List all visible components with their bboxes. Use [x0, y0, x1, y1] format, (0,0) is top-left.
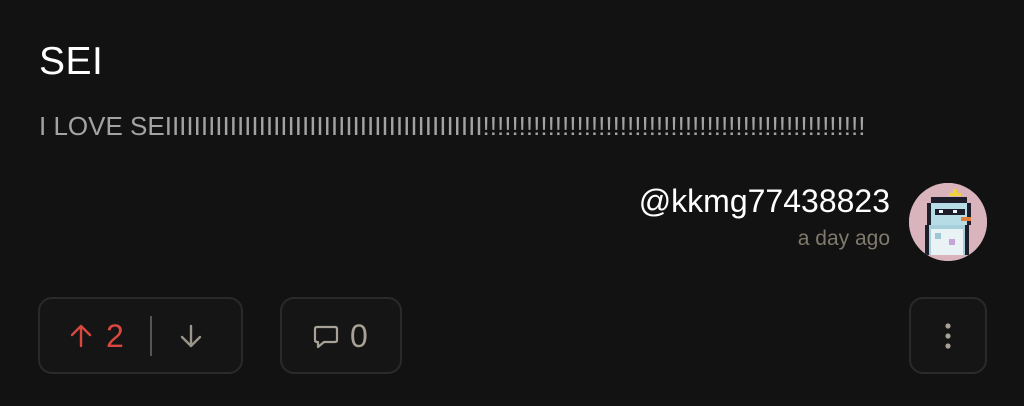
arrow-up-icon — [70, 324, 92, 347]
comment-bubble-icon — [313, 325, 339, 348]
vote-score: 2 — [106, 317, 124, 354]
comment-count: 0 — [350, 317, 368, 354]
post-title: SEI — [39, 40, 104, 83]
author-username[interactable]: @kkmg77438823 — [639, 181, 890, 221]
vote-divider — [149, 315, 152, 356]
vertical-ellipsis-icon — [945, 322, 951, 349]
pixel-penguin-avatar-icon — [909, 183, 987, 261]
more-options-button[interactable] — [909, 297, 987, 374]
comments-button[interactable]: 0 — [280, 297, 402, 374]
upvote-button[interactable]: 2 — [40, 299, 124, 372]
avatar[interactable] — [909, 183, 987, 261]
arrow-down-icon — [180, 324, 201, 347]
author-info: @kkmg77438823 a day ago — [639, 181, 890, 253]
post-timestamp: a day ago — [797, 227, 890, 250]
vote-control: 2 — [38, 297, 243, 374]
downvote-button[interactable] — [178, 299, 204, 372]
post-body: I LOVE SEIIIIIIIIIIIIIIIIIIIIIIIIIIIIIII… — [39, 111, 866, 141]
